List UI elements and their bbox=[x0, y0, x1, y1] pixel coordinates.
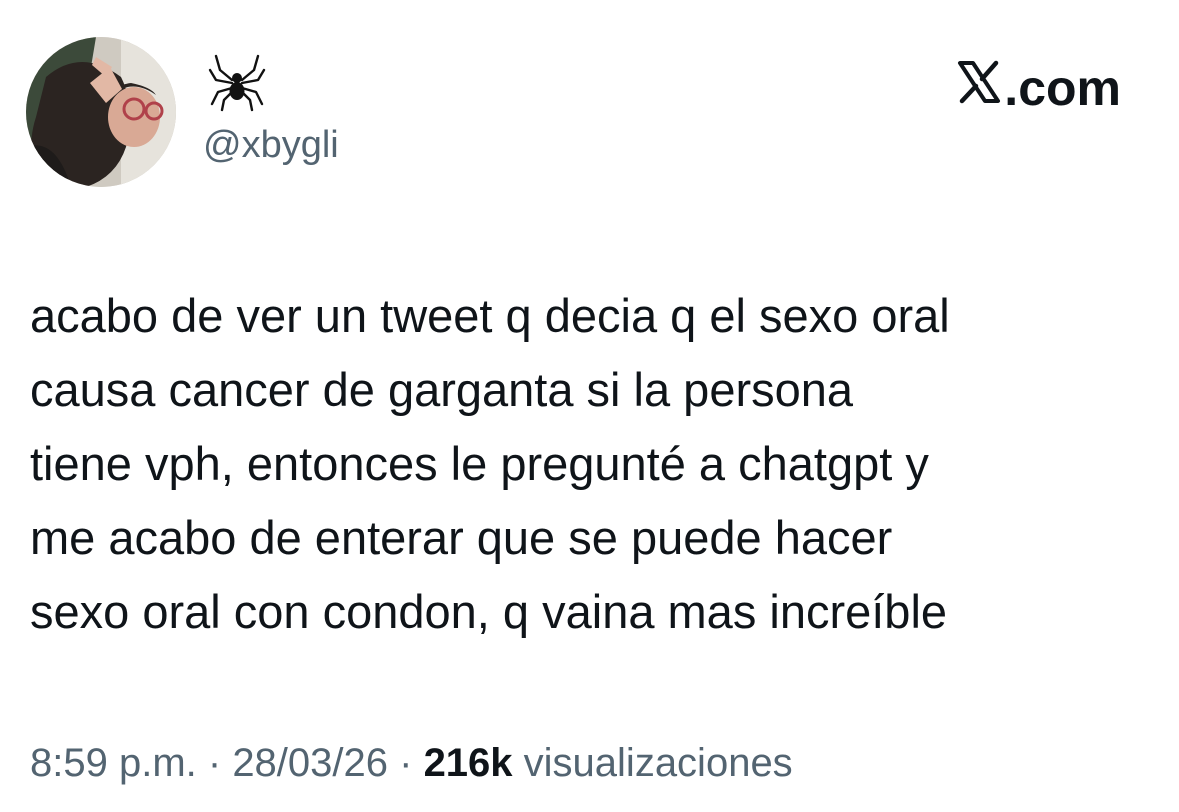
tweet-date[interactable]: 28/03/26 bbox=[232, 741, 388, 785]
meta-separator: · bbox=[196, 741, 233, 785]
avatar-photo bbox=[26, 37, 176, 187]
display-name[interactable] bbox=[206, 50, 268, 112]
brand-watermark: .com bbox=[956, 58, 1121, 118]
author-handle[interactable]: @xbygli bbox=[203, 120, 339, 170]
tweet-text: acabo de ver un tweet q decia q el sexo … bbox=[30, 289, 950, 638]
views-label[interactable]: visualizaciones bbox=[513, 741, 793, 785]
x-logo-icon bbox=[956, 58, 1004, 118]
brand-suffix: .com bbox=[1004, 60, 1121, 116]
tweet-card: @xbygli .com acabo de ver un tweet q dec… bbox=[0, 0, 1179, 812]
views-count[interactable]: 216k bbox=[424, 741, 513, 785]
tweet-time[interactable]: 8:59 p.m. bbox=[30, 741, 197, 785]
meta-separator: · bbox=[388, 741, 424, 785]
spider-icon bbox=[206, 54, 268, 116]
tweet-meta: 8:59 p.m. · 28/03/26 · 216k visualizacio… bbox=[30, 735, 793, 791]
avatar[interactable] bbox=[26, 37, 176, 187]
